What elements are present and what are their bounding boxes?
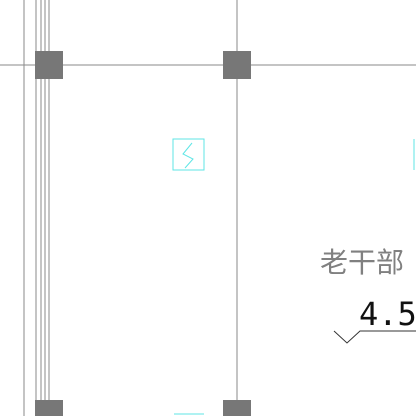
column-top-left [35,51,63,79]
column-top-middle [223,51,251,79]
room-label: 老干部 [320,246,404,279]
floor-plan-drawing: 老干部 4.5 [0,0,416,416]
column-bottom-middle [223,400,251,416]
level-value: 4.5 [359,295,416,333]
column-bottom-left [35,400,63,416]
